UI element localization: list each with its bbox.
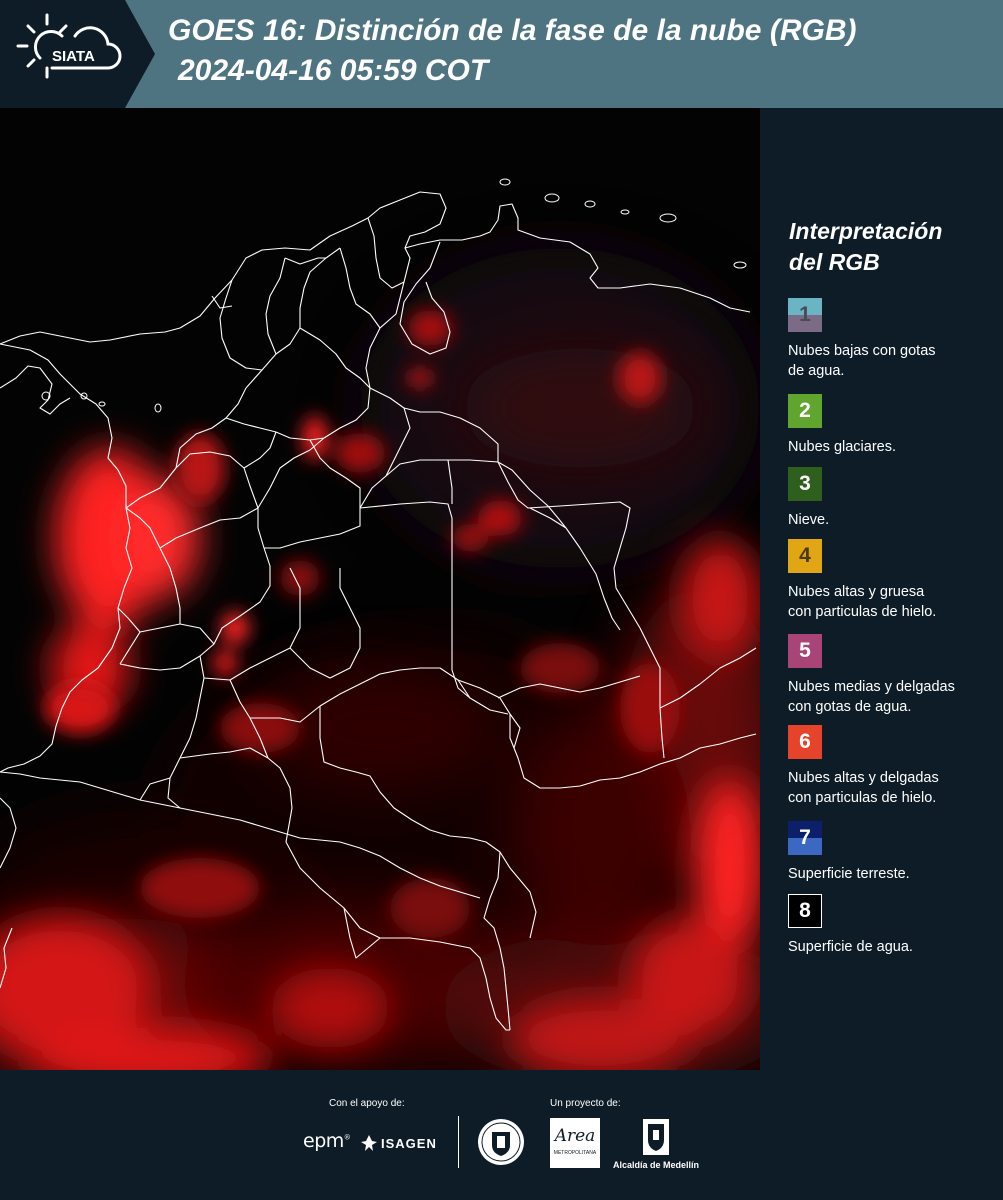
satellite-map [0, 108, 760, 1070]
alcaldia-icon [643, 1119, 669, 1155]
legend-number-8: 8 [799, 899, 811, 922]
legend-item-4: 4 Nubes altas y gruesa con particulas de … [788, 539, 998, 622]
legend-item-3: 3 Nieve. [788, 467, 998, 530]
legend-label-5a: Nubes medias y delgadas [788, 679, 955, 695]
legend-number-1: 1 [799, 303, 811, 326]
legend-label-6a: Nubes altas y delgadas [788, 770, 939, 786]
legend-swatch-7: 7 [788, 821, 822, 855]
legend-swatch-1: 1 [788, 298, 822, 332]
legend-label-5b: con gotas de agua. [788, 699, 912, 715]
legend-label-3: Nieve. [788, 512, 830, 528]
header-bar: SIATA GOES 16: Distinción de la fase de … [0, 0, 1003, 108]
legend-label-8: Superficie de agua. [788, 939, 913, 955]
legend-title: Interpretación del RGB [789, 216, 989, 278]
legend-label-7: Superficie terreste. [788, 866, 910, 882]
area-logo-text: Area [554, 1126, 596, 1146]
legend-number-2: 2 [799, 399, 811, 422]
isagen-logo-text: ISAGEN [381, 1135, 437, 1151]
legend-panel: Interpretación del RGB 1 Nubes bajas con… [760, 108, 1003, 1070]
legend-swatch-2: 2 [788, 394, 822, 428]
legend-item-8: 8 Superficie de agua. [788, 894, 998, 957]
siata-logo: SIATA [0, 0, 155, 108]
area-metropolitana-logo: Area METROPOLITANA [550, 1118, 600, 1168]
support-label: Con el apoyo de: [329, 1098, 405, 1109]
legend-title-line2: del RGB [789, 249, 880, 275]
legend-number-3: 3 [799, 472, 811, 495]
legend-label-6b: con particulas de hielo. [788, 790, 937, 806]
page-title: GOES 16: Distinción de la fase de la nub… [168, 14, 857, 47]
legend-title-line1: Interpretación [789, 218, 943, 244]
legend-number-7: 7 [799, 826, 811, 849]
isagen-logo: ISAGEN [360, 1133, 437, 1153]
medellin-seal [477, 1118, 525, 1171]
alcaldia-logo [642, 1118, 670, 1161]
alcaldia-label: Alcaldía de Medellín [613, 1160, 700, 1170]
legend-label-1b: de agua. [788, 363, 845, 379]
project-label: Un proyecto de: [550, 1098, 621, 1109]
isagen-icon [361, 1135, 377, 1151]
legend-swatch-3: 3 [788, 467, 822, 501]
legend-swatch-4: 4 [788, 539, 822, 573]
legend-item-1: 1 Nubes bajas con gotas de agua. [788, 298, 998, 381]
footer-divider [458, 1116, 459, 1168]
footer: Con el apoyo de: Un proyecto de: epm® IS… [0, 1070, 1003, 1200]
legend-item-2: 2 Nubes glaciares. [788, 394, 998, 457]
epm-logo-text: epm [303, 1130, 344, 1152]
legend-number-6: 6 [799, 730, 811, 753]
legend-swatch-8: 8 [788, 894, 822, 928]
legend-swatch-6: 6 [788, 725, 822, 759]
legend-item-7: 7 Superficie terreste. [788, 821, 998, 884]
legend-item-5: 5 Nubes medias y delgadas con gotas de ag… [788, 634, 998, 717]
legend-label-2: Nubes glaciares. [788, 439, 896, 455]
legend-label-4a: Nubes altas y gruesa [788, 584, 925, 600]
legend-label-4b: con particulas de hielo. [788, 604, 937, 620]
legend-item-6: 6 Nubes altas y delgadas con particulas d… [788, 725, 998, 808]
legend-number-5: 5 [799, 639, 811, 662]
legend-swatch-5: 5 [788, 634, 822, 668]
epm-logo: epm® [303, 1130, 351, 1152]
page-datetime: 2024-04-16 05:59 COT [178, 54, 489, 87]
siata-logo-text: SIATA [52, 48, 95, 65]
area-logo-sub: METROPOLITANA [553, 1150, 597, 1156]
legend-label-1a: Nubes bajas con gotas [788, 343, 936, 359]
legend-number-4: 4 [799, 544, 811, 567]
